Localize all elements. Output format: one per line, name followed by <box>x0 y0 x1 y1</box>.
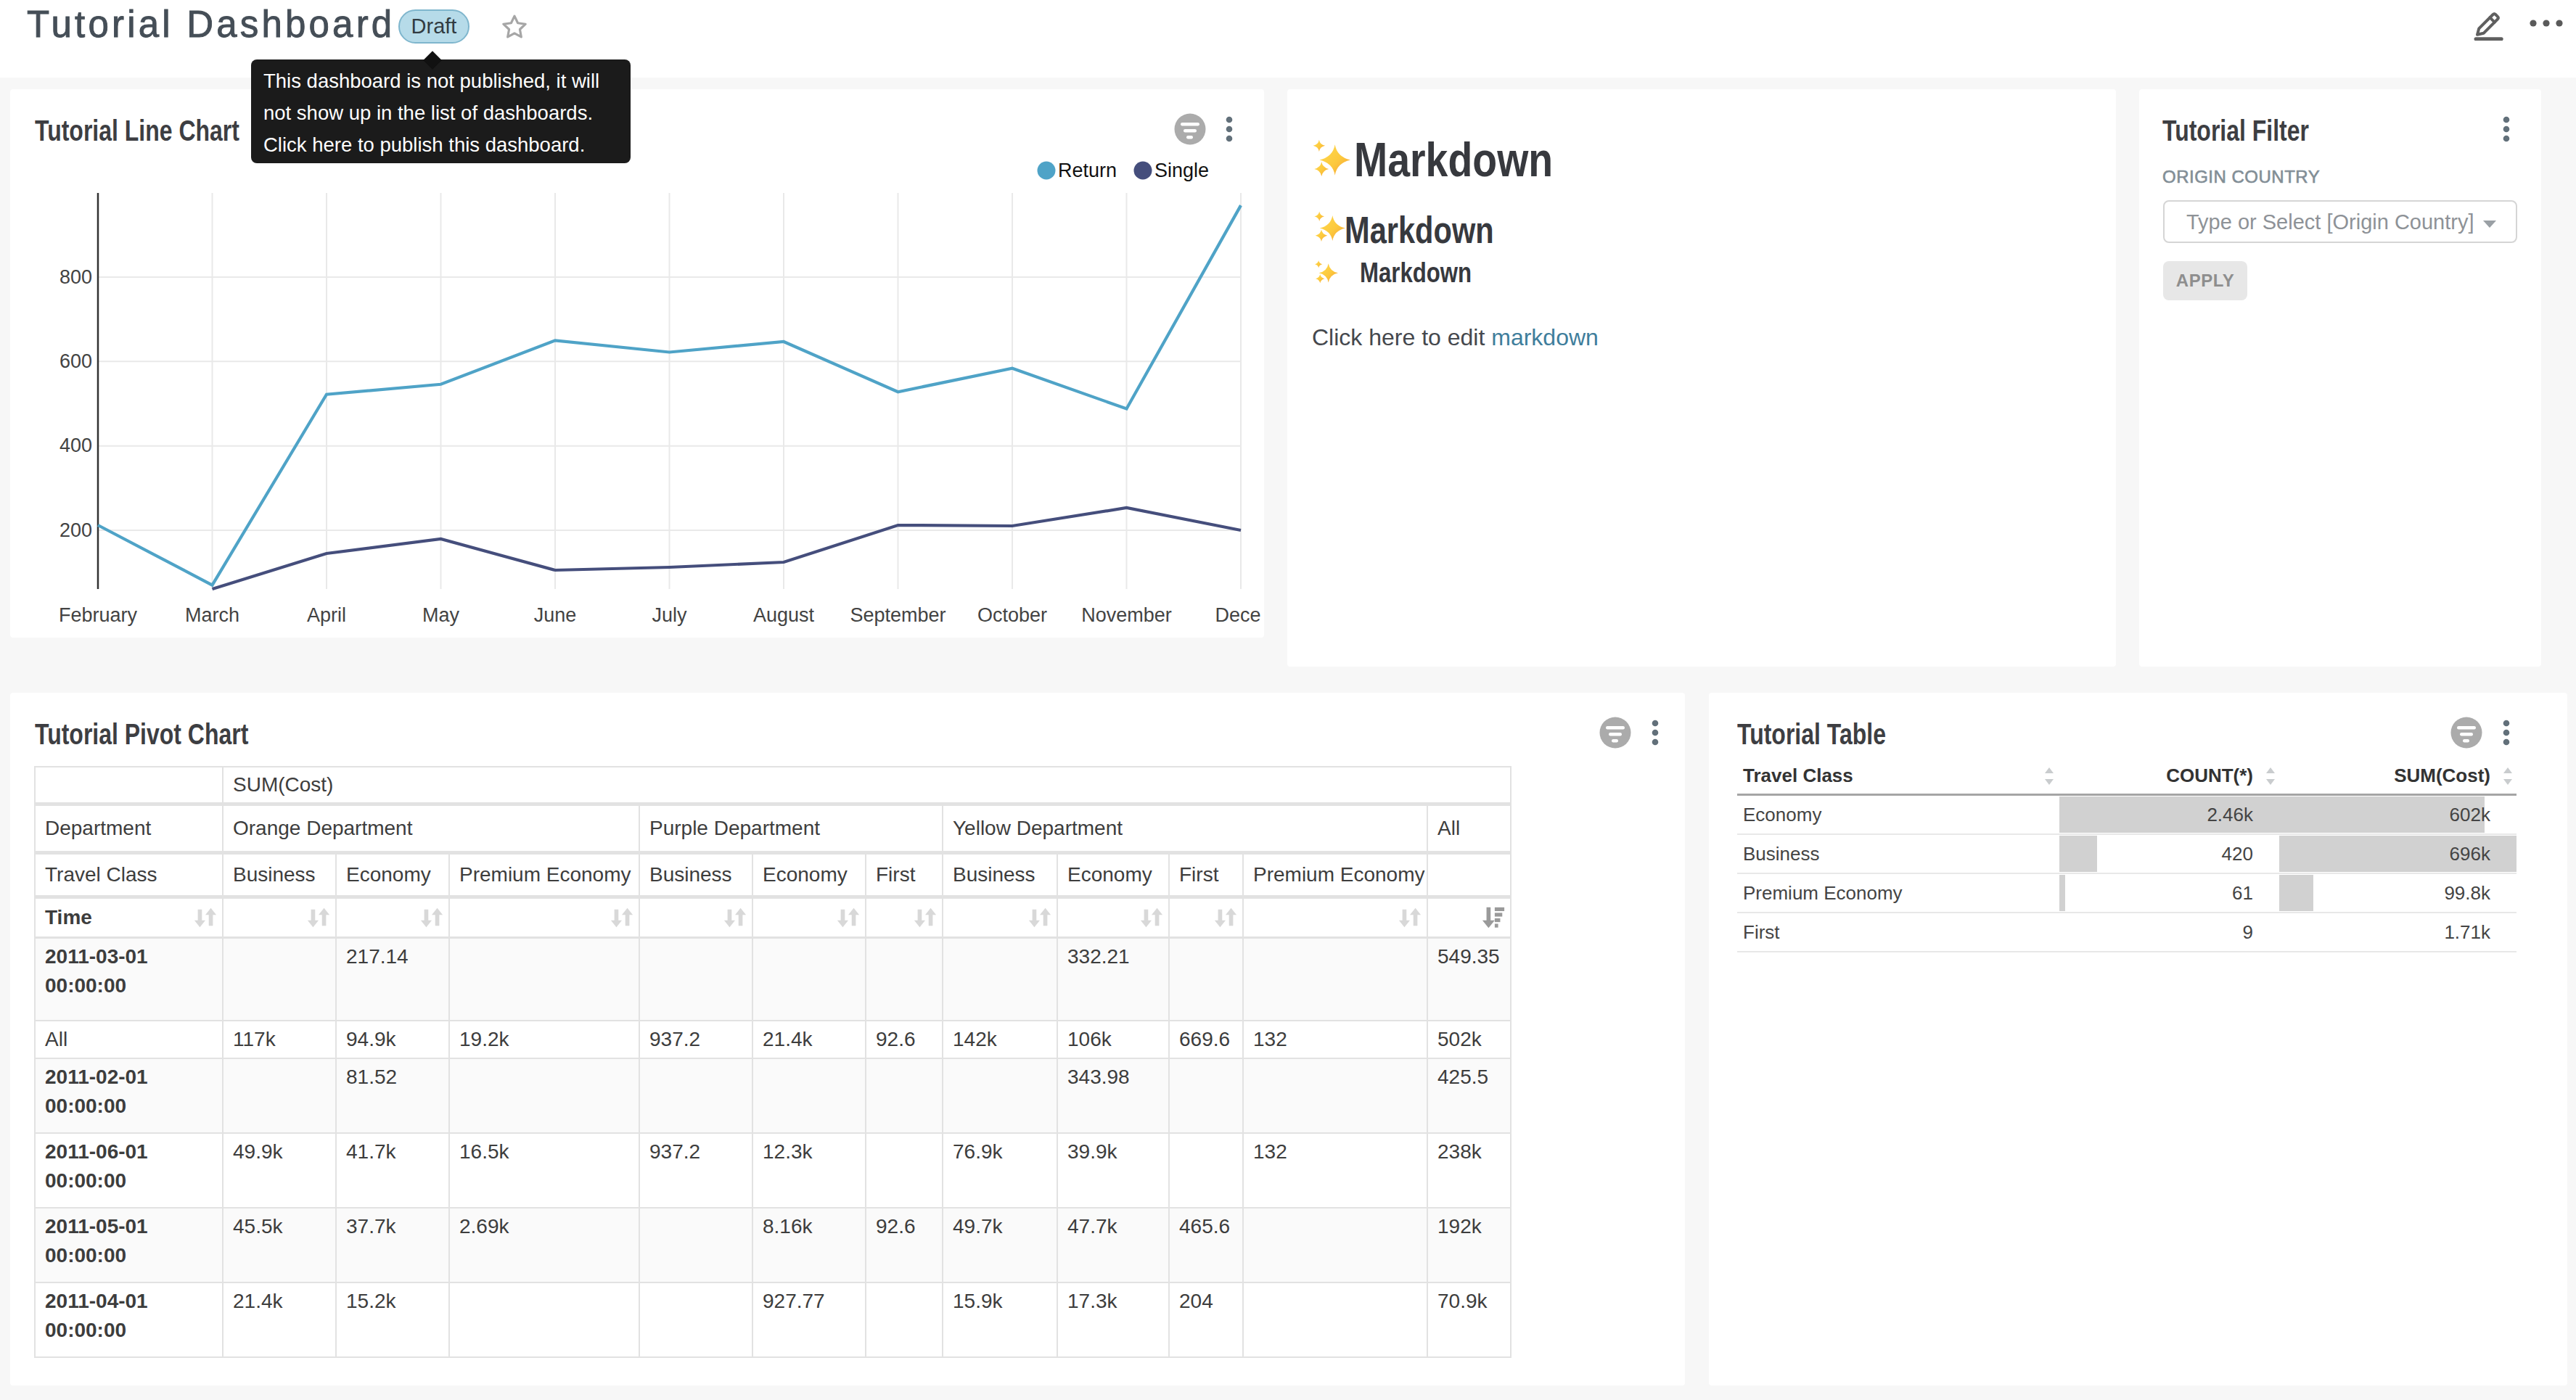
svg-text:March: March <box>185 604 239 626</box>
svg-text:February: February <box>59 604 138 626</box>
svg-text:800: 800 <box>60 266 92 288</box>
svg-text:May: May <box>422 604 460 626</box>
svg-text:June: June <box>534 604 577 626</box>
svg-text:July: July <box>652 604 687 626</box>
svg-text:200: 200 <box>60 519 92 541</box>
svg-text:Single: Single <box>1154 160 1209 181</box>
svg-text:Return: Return <box>1058 160 1117 181</box>
svg-text:600: 600 <box>60 350 92 372</box>
svg-text:April: April <box>307 604 346 626</box>
svg-text:400: 400 <box>60 435 92 456</box>
svg-text:Dece: Dece <box>1215 604 1260 626</box>
svg-text:November: November <box>1081 604 1172 626</box>
svg-text:August: August <box>753 604 815 626</box>
svg-text:October: October <box>977 604 1047 626</box>
svg-text:September: September <box>850 604 946 626</box>
